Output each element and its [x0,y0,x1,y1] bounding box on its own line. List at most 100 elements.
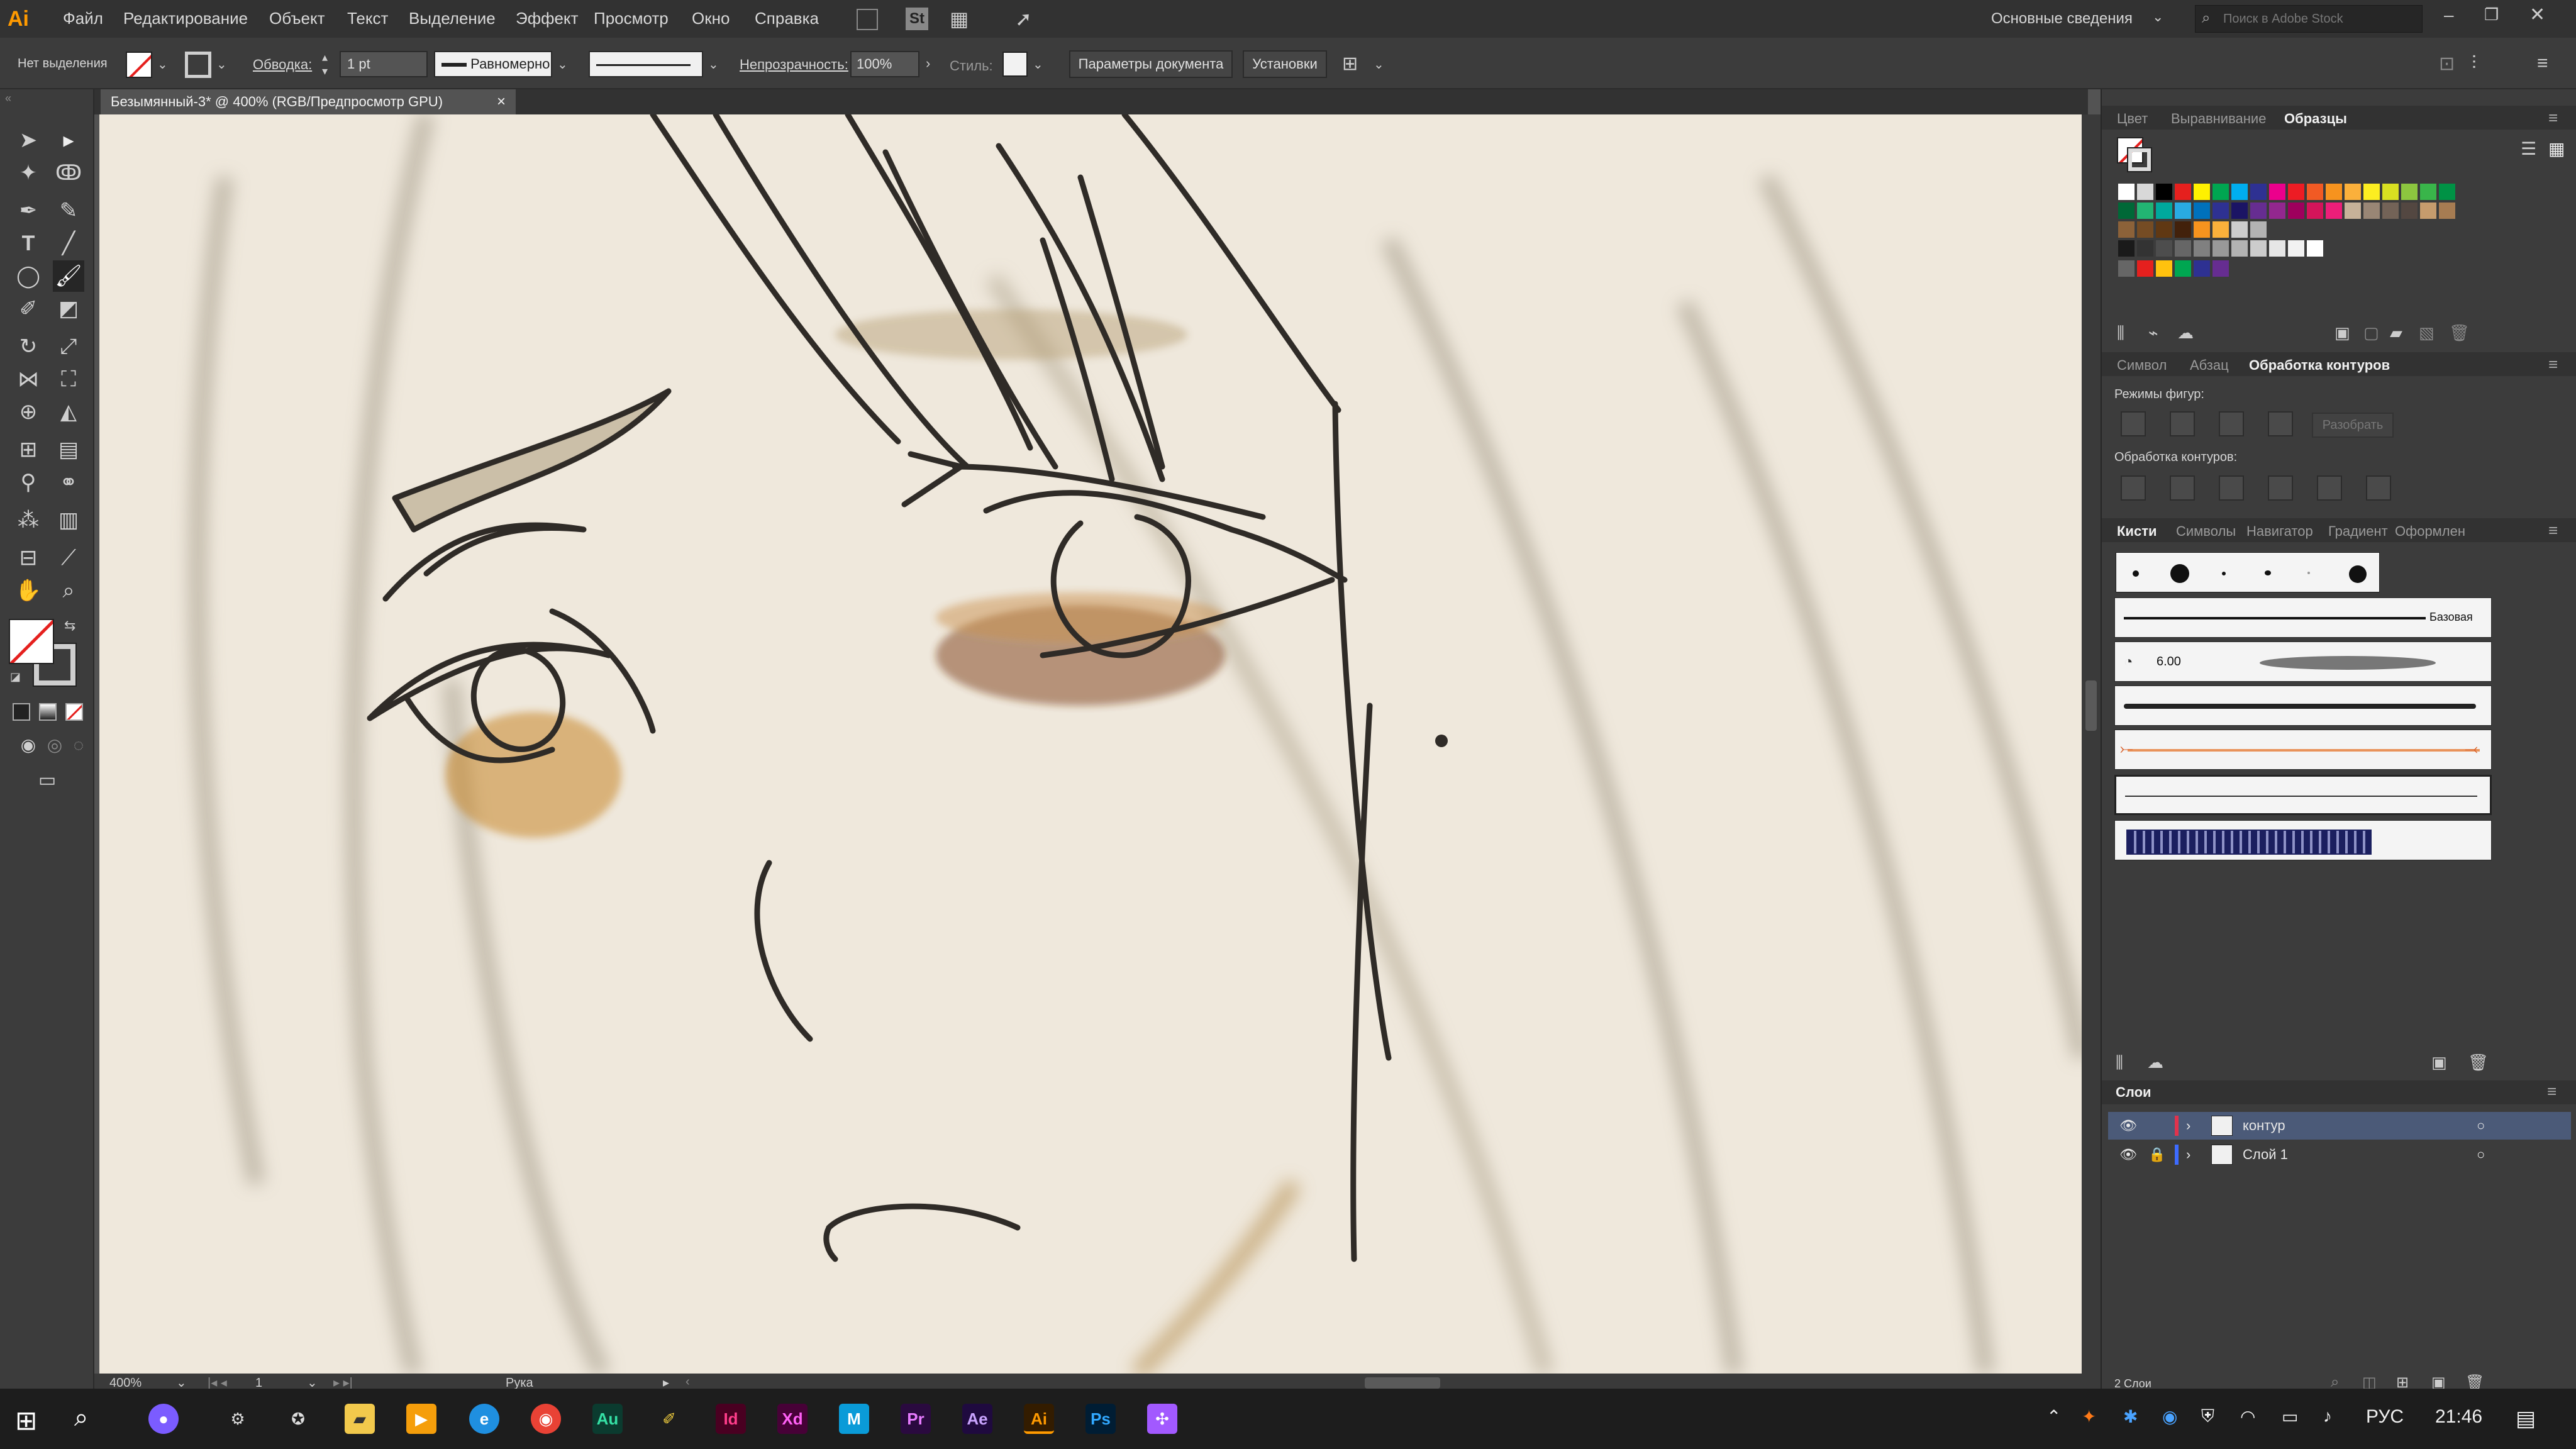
rotate-tool-icon[interactable]: ↻ [13,331,44,362]
pen-tool-icon[interactable]: ✒ [13,195,44,226]
illustrator-taskbar-icon[interactable]: Ai [1024,1404,1054,1434]
layer-name[interactable]: контур [2243,1112,2285,1140]
tab-appearance[interactable]: Оформлен [2395,523,2465,540]
brush-charcoal[interactable] [2114,686,2492,726]
stock-search[interactable]: ⌕ Поиск в Adobe Stock [2195,5,2423,33]
tab-pathfinder[interactable]: Обработка контуров [2249,357,2390,374]
swatch-blank-icon[interactable]: ▢ [2363,323,2379,343]
perspective-grid-tool-icon[interactable]: ◭ [53,396,84,428]
free-transform-tool-icon[interactable]: ⛶ [53,364,84,395]
artboard-canvas[interactable] [99,114,2082,1374]
new-brush-icon[interactable]: ▣ [2431,1053,2447,1072]
artboard-tool-icon[interactable]: ⊟ [13,542,44,574]
brush-tip-5[interactable] [2307,572,2310,574]
draw-inside-icon[interactable]: ◌ [63,730,94,761]
indesign-icon[interactable]: Id [716,1404,746,1434]
intersect-button[interactable] [2219,411,2244,436]
color-swatch[interactable] [2269,240,2285,257]
zoom-tool-icon[interactable]: ⌕ [53,575,84,606]
merge-button[interactable] [2219,475,2244,501]
vertical-scroll-thumb[interactable] [2085,680,2097,731]
brush-arrow[interactable]: ⤚ ⤙ [2114,730,2492,770]
direct-selection-tool-icon[interactable]: ▸ [53,125,84,156]
menu-select[interactable]: Выделение [409,9,496,28]
tab-paragraph[interactable]: Абзац [2190,357,2229,374]
libraries-panel-icon[interactable]: ☁ [2147,1053,2163,1072]
color-swatch[interactable] [2194,203,2210,219]
brush-tip-2[interactable] [2170,564,2189,583]
unite-button[interactable] [2121,411,2146,436]
expand-button[interactable]: Разобрать [2312,413,2394,438]
selection-tool-icon[interactable]: ➤ [13,125,44,156]
color-swatch[interactable] [2307,240,2323,257]
hand-tool-icon[interactable]: ✋ [13,575,44,606]
tab-gradient[interactable]: Градиент [2328,523,2388,540]
color-swatch[interactable] [2212,184,2229,200]
blend-tool-icon[interactable]: ⚭ [53,467,84,498]
app-icon-2[interactable]: ✪ [283,1404,313,1434]
color-swatch[interactable] [2194,184,2210,200]
layer-name[interactable]: Слой 1 [2243,1141,2288,1169]
chrome-browser-icon[interactable]: ◉ [531,1404,561,1434]
expand-layer-icon[interactable]: › [2186,1141,2190,1169]
tab-swatches[interactable]: Образцы [2284,111,2347,127]
target-circle-icon[interactable]: ○ [2477,1141,2485,1169]
clock[interactable]: 21:46 [2435,1406,2482,1428]
bridge-icon[interactable] [857,9,878,30]
delete-brush-icon[interactable]: 🗑 [2468,1053,2489,1072]
arrange-documents-icon[interactable]: ▦ [950,8,975,30]
tab-align[interactable]: Выравнивание [2171,111,2266,127]
new-swatch-icon[interactable]: ▧ [2419,323,2434,343]
tab-brushes[interactable]: Кисти [2117,523,2157,540]
control-menu-icon[interactable]: ≡ [2537,53,2548,74]
color-swatch[interactable] [2175,203,2191,219]
color-swatch[interactable] [2269,203,2285,219]
audition-icon[interactable]: Au [592,1404,623,1434]
new-folder-icon[interactable]: ▰ [2390,323,2402,343]
muse-icon[interactable]: M [839,1404,869,1434]
tab-color[interactable]: Цвет [2117,111,2148,127]
notifications-icon[interactable]: ▤ [2516,1406,2536,1431]
brush-definition[interactable] [589,51,703,77]
color-swatch[interactable] [2345,203,2361,219]
outline-button[interactable] [2317,475,2342,501]
language-indicator[interactable]: РУС [2366,1406,2404,1428]
color-swatch[interactable] [2118,221,2135,238]
expand-layer-icon[interactable]: › [2186,1112,2190,1140]
color-swatch[interactable] [2231,203,2248,219]
opacity-label[interactable]: Непрозрачность: [740,57,848,73]
tray-shield-icon[interactable]: ⛨ [2201,1406,2214,1427]
color-swatch[interactable] [2439,203,2455,219]
edge-browser-icon[interactable]: e [469,1404,499,1434]
color-swatch[interactable] [2439,184,2455,200]
premiere-icon[interactable]: Pr [901,1404,931,1434]
magic-wand-tool-icon[interactable]: ✦ [13,157,44,189]
color-swatch[interactable] [2118,184,2135,200]
stroke-chevron-icon[interactable]: ⌄ [216,57,227,72]
color-swatch[interactable] [2307,184,2323,200]
delete-swatch-icon[interactable]: 🗑 [2449,323,2470,343]
tab-character[interactable]: Символ [2117,357,2167,374]
tab-symbols[interactable]: Символы [2176,523,2236,540]
tray-app-icon-3[interactable]: ◉ [2162,1406,2177,1427]
swap-colors-icon[interactable]: ⇆ [64,618,75,634]
color-swatch[interactable] [2212,260,2229,277]
minimize-icon[interactable]: – [2444,5,2463,30]
close-tab-icon[interactable]: × [497,89,506,114]
eraser-tool-icon[interactable]: ◩ [53,293,84,325]
figma-icon[interactable]: ✣ [1147,1404,1177,1434]
stroke-weight-input[interactable]: 1 pt [340,51,428,77]
color-swatch[interactable] [2137,240,2153,257]
color-swatch[interactable] [2420,184,2436,200]
swatch-options-icon[interactable]: ☁ [2177,323,2194,343]
color-swatch[interactable] [2212,240,2229,257]
opacity-input[interactable]: 100% [850,51,919,77]
menu-file[interactable]: Файл [63,9,103,28]
scroll-left-icon[interactable]: ‹ [686,1375,690,1389]
color-swatch[interactable] [2231,240,2248,257]
photoshop-icon[interactable]: Ps [1085,1404,1116,1434]
default-colors-icon[interactable]: ◪ [10,670,21,684]
color-swatch[interactable] [2118,203,2135,219]
width-tool-icon[interactable]: ⋈ [13,364,44,395]
tray-app-icon-2[interactable]: ✱ [2123,1406,2138,1427]
